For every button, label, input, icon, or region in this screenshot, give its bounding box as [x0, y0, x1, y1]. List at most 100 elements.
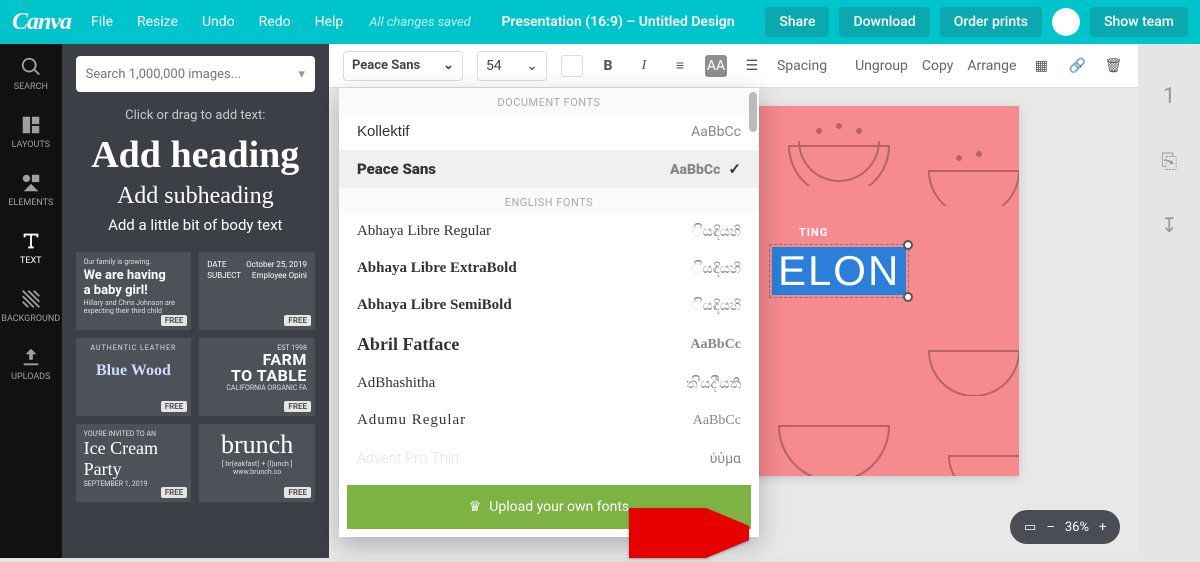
menu-help[interactable]: Help: [315, 14, 344, 30]
font-option[interactable]: Abhaya Libre Regularියඳියහි: [339, 213, 759, 250]
search-input[interactable]: [86, 67, 299, 82]
resize-handle[interactable]: [903, 292, 913, 302]
copy-button[interactable]: Copy: [922, 58, 954, 74]
ungroup-button[interactable]: Ungroup: [855, 58, 908, 74]
page-strip: 1 ⎘ ↧: [1138, 44, 1200, 558]
font-preview: ියඳියහි: [692, 298, 741, 314]
arrange-button[interactable]: Arrange: [967, 58, 1016, 74]
zoom-out-button[interactable]: –: [1046, 520, 1055, 535]
resize-handle[interactable]: [903, 240, 913, 250]
tpl-text: CALIFORNIA ORGANIC FA: [207, 384, 307, 392]
font-name: Abhaya Libre SemiBold: [357, 297, 512, 314]
trash-icon[interactable]: 🗑: [1102, 55, 1124, 77]
rail-text[interactable]: TEXT: [20, 230, 42, 266]
add-heading[interactable]: Add heading: [76, 133, 315, 177]
font-name: Abril Fatface: [357, 334, 459, 355]
uppercase-button[interactable]: AA: [705, 55, 727, 77]
font-option[interactable]: AdBhashithaත'ියද්'ියති: [339, 365, 759, 402]
zoom-bar: ▭ – 36% +: [1010, 510, 1120, 544]
show-team-button[interactable]: Show team: [1090, 7, 1188, 37]
spacing-button[interactable]: Spacing: [777, 58, 827, 74]
template-date[interactable]: DATEOctober 25, 2019 SUBJECTEmployee Opi…: [199, 252, 315, 330]
topbar: Canva File Resize Undo Redo Help All cha…: [0, 0, 1200, 44]
template-grid: Our family is growing. We are havinga ba…: [76, 252, 315, 502]
font-option-kollektif[interactable]: Kollektif AaBbCc: [339, 113, 759, 150]
template-farm[interactable]: EST 1998 FARMTO TABLE CALIFORNIA ORGANIC…: [199, 338, 315, 416]
font-size-select[interactable]: 54 ⌄: [477, 51, 547, 81]
canvas-area: Peace Sans ⌄ 54 ⌄ B I ≡ AA ☰ Spacing Ung…: [329, 44, 1138, 558]
menu-file[interactable]: File: [91, 14, 113, 30]
free-badge: FREE: [161, 401, 188, 412]
side-rail: SEARCH LAYOUTS ELEMENTS TEXT BACKGROUND …: [0, 44, 62, 558]
upload-label: Upload your own fonts: [489, 499, 629, 515]
free-badge: FREE: [284, 315, 311, 326]
font-option-peace-sans[interactable]: Peace Sans AaBbCc✓: [339, 150, 759, 188]
font-option[interactable]: Abril FatfaceAaBbCc: [339, 324, 759, 365]
menu-redo[interactable]: Redo: [259, 14, 291, 30]
bold-button[interactable]: B: [597, 55, 619, 77]
zoom-level[interactable]: 36%: [1065, 520, 1089, 535]
canvas-wrap[interactable]: TING ELON DOCUMENT FONTS Kollektif AaBbC…: [329, 88, 1138, 558]
font-preview: AaBbCc: [691, 124, 741, 140]
template-icecream[interactable]: YOU'RE INVITED TO AN Ice Cream Party SEP…: [76, 424, 192, 502]
logo[interactable]: Canva: [12, 9, 71, 36]
font-option[interactable]: Abhaya Libre ExtraBoldියඳියහි: [339, 250, 759, 287]
background-icon: [20, 288, 42, 310]
menu-resize[interactable]: Resize: [137, 14, 178, 30]
free-badge: FREE: [161, 487, 188, 498]
text-icon: [20, 230, 42, 252]
list-button[interactable]: ☰: [741, 55, 763, 77]
tpl-text: www.brunch.co: [207, 468, 307, 476]
add-body-text[interactable]: Add a little bit of body text: [76, 216, 315, 234]
add-page-icon[interactable]: ⎘: [1161, 149, 1177, 173]
dropdown-section-header: DOCUMENT FONTS: [339, 88, 759, 113]
tpl-text: AUTHENTIC LEATHER: [84, 344, 184, 352]
free-badge: FREE: [284, 401, 311, 412]
font-option[interactable]: Abhaya Libre SemiBoldියඳියහි: [339, 287, 759, 324]
download-button[interactable]: Download: [839, 7, 929, 37]
template-bluewood[interactable]: AUTHENTIC LEATHER Blue Wood FREE: [76, 338, 192, 416]
tpl-text: YOU'RE INVITED TO AN: [84, 430, 184, 438]
font-preview: ත'ියද්'ියති: [686, 376, 741, 392]
template-brunch[interactable]: brunch [ br(eakfast) + (l)unch ] www.bru…: [199, 424, 315, 502]
add-subheading[interactable]: Add subheading: [76, 183, 315, 210]
menu-undo[interactable]: Undo: [202, 14, 235, 30]
font-preview: AaBbCc: [693, 413, 741, 429]
transparency-icon[interactable]: ▦: [1030, 55, 1052, 77]
font-family-select[interactable]: Peace Sans ⌄: [343, 51, 463, 81]
selection-box[interactable]: ELON: [769, 244, 909, 298]
canvas-text[interactable]: TING: [799, 226, 828, 239]
avatar[interactable]: [1052, 8, 1080, 36]
rail-elements[interactable]: ELEMENTS: [8, 172, 53, 208]
font-option[interactable]: Advent Pro Thinύὐμα: [339, 439, 759, 477]
align-button[interactable]: ≡: [669, 55, 691, 77]
annotation-arrow: [629, 508, 749, 562]
rail-layouts[interactable]: LAYOUTS: [12, 114, 50, 150]
tpl-text: SUBJECT: [207, 271, 241, 280]
document-title[interactable]: Presentation (16:9) – Untitled Design: [479, 14, 758, 30]
text-color-swatch[interactable]: [561, 55, 583, 77]
save-status: All changes saved: [369, 15, 470, 30]
fullscreen-icon[interactable]: ▭: [1024, 520, 1036, 535]
order-prints-button[interactable]: Order prints: [940, 7, 1042, 37]
page-down-icon[interactable]: ↧: [1161, 213, 1178, 237]
rail-search[interactable]: SEARCH: [14, 56, 48, 92]
top-actions: Share Download Order prints Show team: [765, 7, 1188, 37]
font-preview: AaBbCc: [670, 162, 720, 178]
font-option[interactable]: Adumu RegularAaBbCc: [339, 402, 759, 439]
rail-uploads[interactable]: UPLOADS: [11, 346, 50, 382]
italic-button[interactable]: I: [633, 55, 655, 77]
share-button[interactable]: Share: [765, 7, 829, 37]
rail-background[interactable]: BACKGROUND: [1, 288, 60, 324]
free-badge: FREE: [161, 315, 188, 326]
zoom-in-button[interactable]: +: [1099, 520, 1106, 535]
scrollbar[interactable]: [749, 92, 757, 132]
selected-text[interactable]: ELON: [772, 247, 906, 295]
font-name: Abhaya Libre ExtraBold: [357, 260, 517, 277]
chevron-down-icon[interactable]: ▾: [298, 67, 305, 82]
link-icon[interactable]: 🔗: [1066, 55, 1088, 77]
tpl-text: Blue Wood: [84, 362, 184, 380]
tpl-text: October 25, 2019: [246, 260, 307, 269]
image-search[interactable]: ▾: [76, 56, 315, 92]
template-baby[interactable]: Our family is growing. We are havinga ba…: [76, 252, 192, 330]
